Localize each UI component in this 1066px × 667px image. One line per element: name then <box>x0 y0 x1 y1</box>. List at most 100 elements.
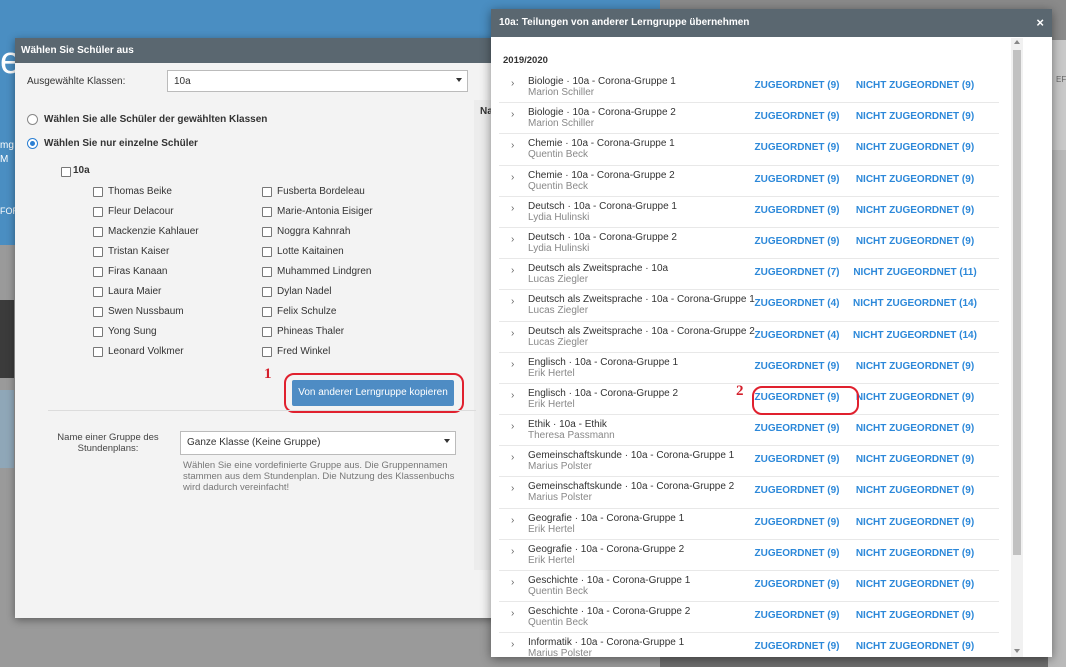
student-checkbox[interactable] <box>262 227 272 237</box>
scrollbar-thumb[interactable] <box>1013 50 1021 555</box>
chevron-right-icon[interactable]: › <box>511 577 514 588</box>
not-assigned-link[interactable]: NICHT ZUGEORDNET (9) <box>850 517 980 528</box>
not-assigned-link[interactable]: NICHT ZUGEORDNET (9) <box>850 454 980 465</box>
student-checkbox[interactable] <box>262 327 272 337</box>
student-checkbox[interactable] <box>93 347 103 357</box>
not-assigned-link[interactable]: NICHT ZUGEORDNET (9) <box>850 641 980 652</box>
group-title: Biologie · 10a - Corona-Gruppe 2 <box>528 107 676 119</box>
group-teacher: Quentin Beck <box>528 149 589 161</box>
radio-single-students[interactable] <box>27 138 38 149</box>
not-assigned-link[interactable]: NICHT ZUGEORDNET (9) <box>850 610 980 621</box>
student-checkbox[interactable] <box>93 187 103 197</box>
copy-from-group-button[interactable]: Von anderer Lerngruppe kopieren <box>292 380 454 406</box>
assigned-link[interactable]: ZUGEORDNET (4) <box>745 330 849 341</box>
scroll-up-icon[interactable] <box>1014 40 1020 44</box>
assigned-link[interactable]: ZUGEORDNET (9) <box>745 454 849 465</box>
not-assigned-link[interactable]: NICHT ZUGEORDNET (9) <box>850 80 980 91</box>
group-title: Geografie · 10a - Corona-Gruppe 1 <box>528 512 685 524</box>
student-checkbox[interactable] <box>262 187 272 197</box>
not-assigned-link[interactable]: NICHT ZUGEORDNET (9) <box>850 392 980 403</box>
assigned-link[interactable]: ZUGEORDNET (9) <box>745 641 849 652</box>
student-checkbox[interactable] <box>262 307 272 317</box>
chevron-right-icon[interactable]: › <box>511 515 514 526</box>
not-assigned-link[interactable]: NICHT ZUGEORDNET (9) <box>850 236 980 247</box>
assigned-link[interactable]: ZUGEORDNET (9) <box>745 236 849 247</box>
assigned-link[interactable]: ZUGEORDNET (9) <box>745 174 849 185</box>
chevron-right-icon[interactable]: › <box>511 78 514 89</box>
student-checkbox[interactable] <box>93 267 103 277</box>
student-checkbox[interactable] <box>93 327 103 337</box>
assigned-link[interactable]: ZUGEORDNET (7) <box>745 267 849 278</box>
chevron-right-icon[interactable]: › <box>511 328 514 339</box>
assigned-link[interactable]: ZUGEORDNET (9) <box>745 111 849 122</box>
scroll-down-icon[interactable] <box>1014 649 1020 653</box>
close-icon[interactable]: × <box>1036 15 1044 30</box>
chevron-right-icon[interactable]: › <box>511 296 514 307</box>
not-assigned-link[interactable]: NICHT ZUGEORDNET (14) <box>850 298 980 309</box>
not-assigned-link[interactable]: NICHT ZUGEORDNET (14) <box>850 330 980 341</box>
chevron-right-icon[interactable]: › <box>511 140 514 151</box>
student-name: Tristan Kaiser <box>108 246 170 257</box>
student-checkbox[interactable] <box>93 247 103 257</box>
not-assigned-link[interactable]: NICHT ZUGEORDNET (9) <box>850 174 980 185</box>
chevron-right-icon[interactable]: › <box>511 639 514 650</box>
group-row: › Deutsch als Zweitsprache · 10a Lucas Zie… <box>499 259 999 291</box>
assigned-link[interactable]: ZUGEORDNET (9) <box>745 205 849 216</box>
assigned-link[interactable]: ZUGEORDNET (9) <box>745 610 849 621</box>
chevron-right-icon[interactable]: › <box>511 483 514 494</box>
not-assigned-link[interactable]: NICHT ZUGEORDNET (9) <box>850 548 980 559</box>
chevron-right-icon[interactable]: › <box>511 359 514 370</box>
class-checkbox[interactable] <box>61 167 71 177</box>
student-checkbox[interactable] <box>262 267 272 277</box>
group-label: Name einer Gruppe des Stundenplans: <box>57 432 159 454</box>
student-checkbox[interactable] <box>262 287 272 297</box>
student-checkbox[interactable] <box>262 207 272 217</box>
not-assigned-link[interactable]: NICHT ZUGEORDNET (9) <box>850 205 980 216</box>
assigned-link[interactable]: ZUGEORDNET (9) <box>745 579 849 590</box>
chevron-right-icon[interactable]: › <box>511 172 514 183</box>
not-assigned-link[interactable]: NICHT ZUGEORDNET (9) <box>850 423 980 434</box>
group-teacher: Marius Polster <box>528 461 592 473</box>
student-checkbox[interactable] <box>262 347 272 357</box>
chevron-right-icon[interactable]: › <box>511 390 514 401</box>
chevron-right-icon[interactable]: › <box>511 421 514 432</box>
student-checkbox[interactable] <box>262 247 272 257</box>
group-title: Deutsch · 10a - Corona-Gruppe 2 <box>528 231 677 243</box>
chevron-right-icon[interactable]: › <box>511 546 514 557</box>
student-name: Swen Nussbaum <box>108 306 184 317</box>
not-assigned-link[interactable]: NICHT ZUGEORDNET (9) <box>850 142 980 153</box>
student-checkbox[interactable] <box>93 307 103 317</box>
not-assigned-link[interactable]: NICHT ZUGEORDNET (9) <box>850 579 980 590</box>
chevron-right-icon[interactable]: › <box>511 452 514 463</box>
radio-all-students[interactable] <box>27 114 38 125</box>
student-checkbox[interactable] <box>93 227 103 237</box>
group-row: › Deutsch · 10a - Corona-Gruppe 1 Lydia Hu… <box>499 197 999 228</box>
chevron-right-icon[interactable]: › <box>511 234 514 245</box>
student-checkbox[interactable] <box>93 207 103 217</box>
not-assigned-link[interactable]: NICHT ZUGEORDNET (9) <box>850 111 980 122</box>
group-title: Englisch · 10a - Corona-Gruppe 2 <box>528 387 679 399</box>
chevron-right-icon[interactable]: › <box>511 608 514 619</box>
assigned-link[interactable]: ZUGEORDNET (4) <box>745 298 849 309</box>
assigned-link[interactable]: ZUGEORDNET (9) <box>745 80 849 91</box>
klassen-select[interactable]: 10a <box>167 70 468 92</box>
chevron-right-icon[interactable]: › <box>511 203 514 214</box>
group-teacher: Marion Schiller <box>528 118 595 130</box>
group-teacher: Lydia Hulinski <box>528 211 590 223</box>
student-checkbox[interactable] <box>93 287 103 297</box>
group-teacher: Lucas Ziegler <box>528 336 589 348</box>
not-assigned-link[interactable]: NICHT ZUGEORDNET (11) <box>850 267 980 278</box>
group-teacher: Erik Hertel <box>528 367 575 379</box>
group-select[interactable]: Ganze Klasse (Keine Gruppe) <box>180 431 456 455</box>
assigned-link[interactable]: ZUGEORDNET (9) <box>745 548 849 559</box>
chevron-right-icon[interactable]: › <box>511 109 514 120</box>
assigned-link[interactable]: ZUGEORDNET (9) <box>745 423 849 434</box>
scrollbar[interactable] <box>1011 38 1023 657</box>
not-assigned-link[interactable]: NICHT ZUGEORDNET (9) <box>850 361 980 372</box>
not-assigned-link[interactable]: NICHT ZUGEORDNET (9) <box>850 485 980 496</box>
chevron-right-icon[interactable]: › <box>511 265 514 276</box>
assigned-link[interactable]: ZUGEORDNET (9) <box>745 142 849 153</box>
assigned-link[interactable]: ZUGEORDNET (9) <box>745 361 849 372</box>
assigned-link[interactable]: ZUGEORDNET (9) <box>745 485 849 496</box>
assigned-link[interactable]: ZUGEORDNET (9) <box>745 517 849 528</box>
